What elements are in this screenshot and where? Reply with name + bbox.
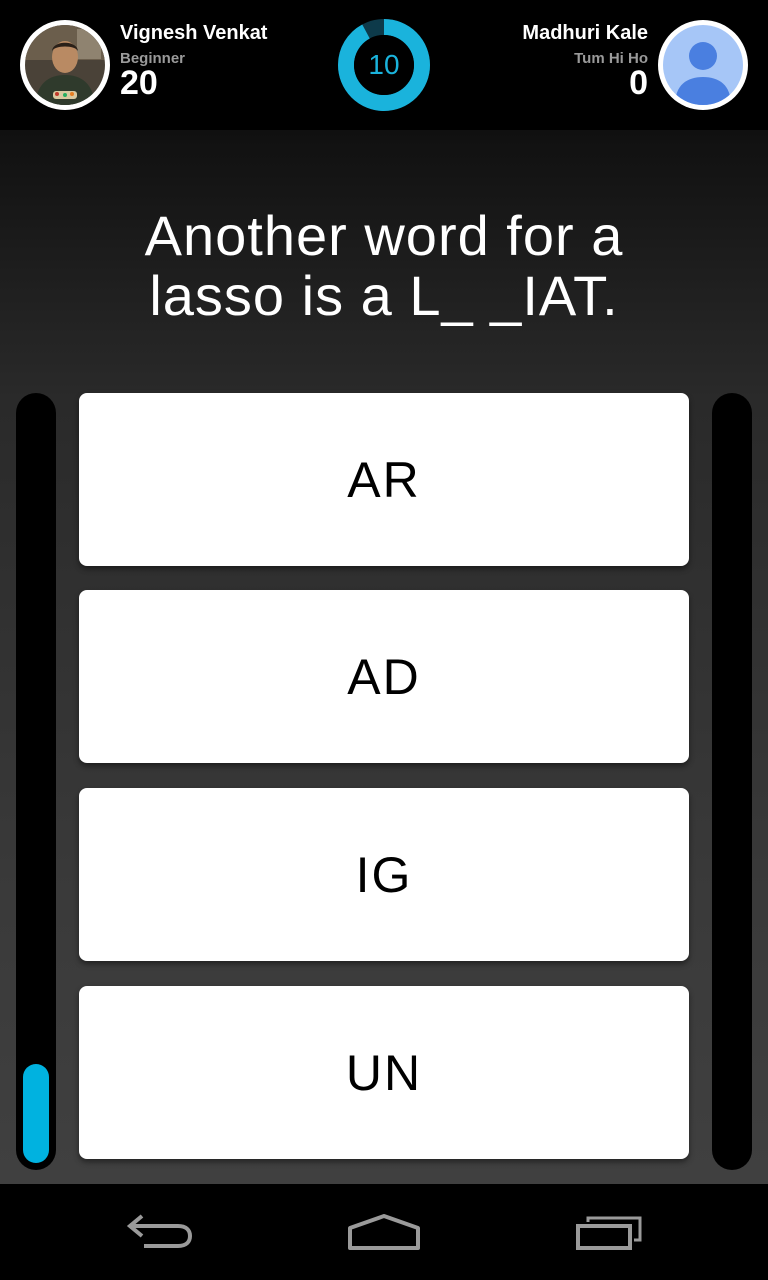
- player-left-progress-fill: [23, 1064, 49, 1163]
- answer-option-2[interactable]: AD: [79, 590, 689, 763]
- question-line-1: Another word for a: [144, 204, 624, 267]
- back-button[interactable]: [110, 1204, 210, 1260]
- score-header: Vignesh Venkat Beginner 20 10 Madhuri Ka…: [0, 0, 768, 130]
- player-right-name: Madhuri Kale: [522, 22, 648, 44]
- recent-apps-icon: [576, 1216, 642, 1250]
- player-left-avatar[interactable]: [20, 20, 110, 110]
- player-right-score: 0: [629, 64, 648, 102]
- player-left-score: 20: [120, 64, 158, 102]
- system-navigation-bar: [0, 1184, 768, 1280]
- player-right-avatar[interactable]: [658, 20, 748, 110]
- timer-value: 10: [368, 49, 400, 80]
- answer-option-1[interactable]: AR: [79, 393, 689, 566]
- countdown-timer: 10: [338, 19, 430, 111]
- home-button[interactable]: [334, 1204, 434, 1260]
- user-photo-icon: [25, 25, 105, 105]
- player-left-progress-track: [16, 393, 56, 1170]
- recent-apps-button[interactable]: [560, 1204, 660, 1260]
- question-line-2: lasso is a L_ _IAT.: [149, 264, 619, 327]
- back-arrow-icon: [126, 1214, 193, 1248]
- answer-option-4[interactable]: UN: [79, 986, 689, 1159]
- default-person-icon: [663, 25, 743, 105]
- player-right-progress-track: [712, 393, 752, 1170]
- question-text: Another word for a lasso is a L_ _IAT.: [40, 206, 728, 326]
- player-left-name: Vignesh Venkat: [120, 22, 268, 44]
- answer-option-3[interactable]: IG: [79, 788, 689, 961]
- home-icon: [348, 1214, 420, 1250]
- game-screen: Vignesh Venkat Beginner 20 10 Madhuri Ka…: [0, 0, 768, 1280]
